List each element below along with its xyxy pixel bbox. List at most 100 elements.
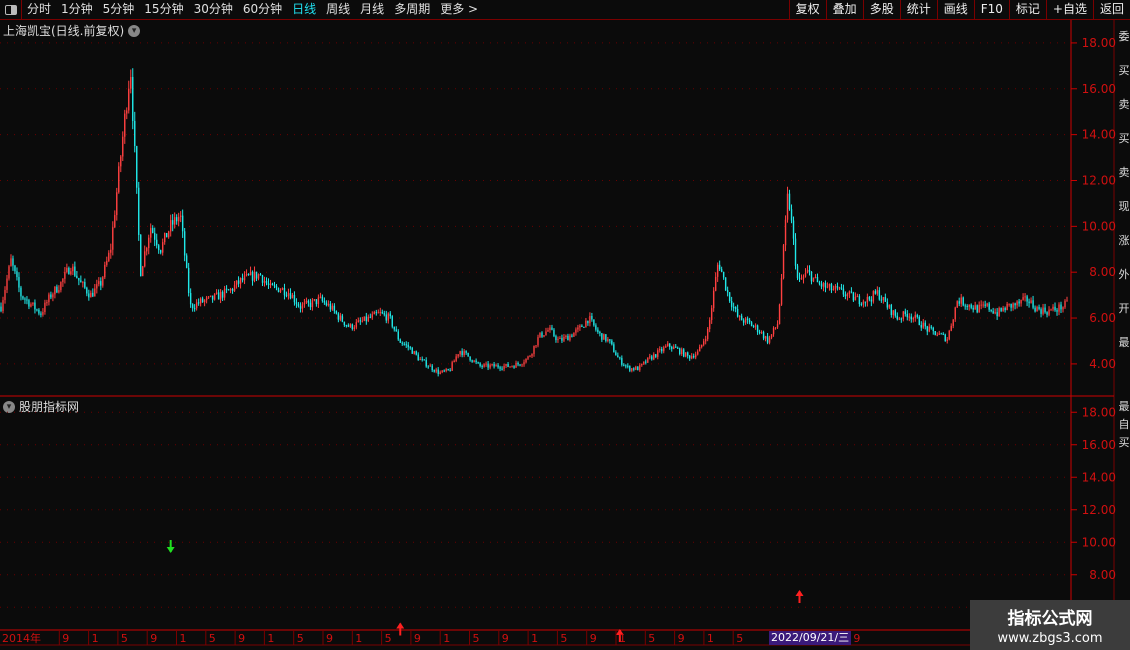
candle-body: [409, 347, 411, 349]
candle-body: [349, 324, 352, 327]
candle-body: [319, 296, 322, 298]
candle-body: [669, 343, 671, 347]
candle-body: [465, 351, 467, 353]
candle-body: [950, 325, 952, 331]
candle-body: [1052, 306, 1054, 310]
candle-body: [938, 333, 940, 335]
candle-body: [870, 299, 873, 302]
candle-body: [792, 220, 795, 239]
candle-body: [962, 297, 964, 306]
candle-body: [649, 356, 651, 358]
candle-body: [403, 343, 405, 345]
candle-body: [752, 326, 755, 328]
candle-body: [1030, 300, 1032, 304]
candle-body: [269, 283, 272, 286]
candle-body: [561, 338, 563, 341]
candle-body: [122, 136, 124, 157]
candle-body: [639, 365, 641, 371]
candle-body: [892, 310, 895, 315]
candle-body: [293, 294, 296, 303]
candle-body: [569, 335, 571, 341]
candle-body: [429, 365, 431, 367]
x-tick-label: 9: [853, 632, 860, 645]
candle-body: [219, 291, 222, 300]
candle-body: [477, 362, 479, 364]
candle-body: [229, 289, 232, 291]
candle-body: [169, 220, 172, 232]
candle-body: [132, 76, 134, 121]
candle-body: [816, 276, 819, 283]
candle-body: [1028, 301, 1030, 304]
candle-body: [261, 275, 264, 283]
candle-body: [58, 290, 60, 293]
candle-body: [531, 353, 533, 357]
candle-body: [557, 338, 559, 341]
candle-body: [952, 319, 954, 326]
candle-body: [417, 354, 419, 361]
candle-body: [647, 357, 649, 363]
candle-body: [447, 369, 449, 371]
candle-body: [375, 312, 377, 314]
candle-body: [439, 372, 441, 374]
candle-body: [305, 300, 308, 303]
candle-body: [221, 291, 224, 298]
quote-label: 委: [1118, 30, 1130, 43]
candle-body: [928, 326, 930, 332]
candle-body: [762, 332, 765, 339]
candle-body: [848, 291, 851, 295]
candle-body: [708, 320, 711, 330]
candle-body: [539, 332, 541, 338]
candle-body: [361, 320, 364, 322]
candle-body: [60, 282, 62, 291]
candle-body: [44, 302, 46, 312]
candle-body: [828, 283, 831, 287]
candle-body: [850, 291, 853, 293]
candle-body: [932, 327, 934, 332]
candle-body: [28, 300, 30, 307]
candle-body: [824, 283, 827, 288]
candle-body: [56, 286, 58, 293]
candle-body: [698, 346, 701, 352]
candle-body: [970, 304, 972, 308]
candle-body: [96, 284, 98, 289]
cursor-date: 2022/09/21/三: [769, 631, 852, 645]
candle-body: [369, 316, 372, 318]
kline-chart[interactable]: 18.0016.0014.0012.0010.008.006.004.0018.…: [0, 0, 1130, 650]
candle-body: [1058, 304, 1060, 312]
candle-body: [822, 283, 825, 287]
candle-body: [1056, 310, 1058, 312]
candle-body: [26, 299, 28, 301]
candle-body: [189, 293, 192, 305]
candle-body: [627, 365, 629, 367]
candle-body: [631, 368, 633, 371]
candle-body: [1016, 301, 1018, 306]
candle-body: [1040, 309, 1042, 314]
candle-body: [64, 271, 66, 279]
candle-body: [275, 285, 278, 288]
x-tick-label: 5: [473, 632, 480, 645]
candle-body: [20, 287, 22, 297]
candle-body: [748, 319, 751, 323]
candle-body: [183, 231, 186, 256]
candle-body: [158, 245, 160, 251]
candle-body: [152, 228, 154, 233]
candle-body: [297, 304, 300, 307]
candle-body: [768, 337, 771, 343]
candle-body: [988, 303, 990, 310]
arrow-down-icon: [166, 547, 175, 553]
candle-body: [579, 325, 581, 328]
quote-label: 现: [1118, 200, 1130, 213]
candle-body: [243, 275, 246, 281]
candle-body: [441, 370, 443, 373]
candle-body: [671, 346, 673, 349]
y-tick-label: 18.00: [1082, 36, 1116, 50]
quote-label: 买: [1118, 436, 1130, 449]
candle-body: [1014, 303, 1016, 306]
candle-body: [337, 313, 340, 320]
candle-body: [681, 349, 683, 355]
candle-body: [449, 370, 451, 372]
candle-body: [14, 265, 16, 272]
candle-body: [770, 334, 773, 338]
candle-body: [74, 266, 76, 276]
candle-body: [730, 301, 733, 307]
